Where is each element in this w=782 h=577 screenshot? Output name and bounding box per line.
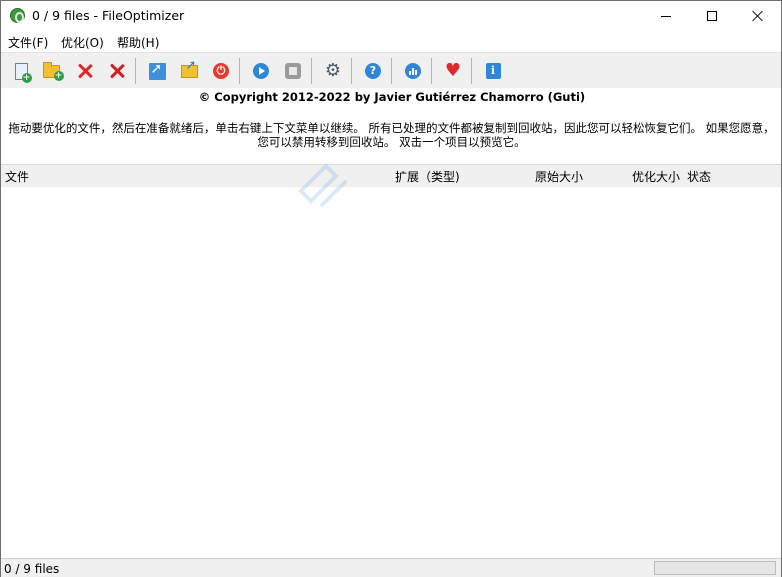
stats-icon — [405, 63, 421, 79]
minimize-button[interactable] — [643, 1, 689, 31]
fileoptimizer-icon — [10, 8, 25, 23]
maximize-button[interactable] — [689, 1, 735, 31]
add-folder-button[interactable]: + — [39, 59, 64, 83]
add-folder-icon: + — [42, 61, 64, 81]
menu-help[interactable]: 帮助(H) — [117, 34, 159, 51]
column-header-original-size[interactable]: 原始大小 — [535, 168, 583, 185]
menu-file[interactable]: 文件(F) — [8, 34, 48, 51]
copyright-text: © Copyright 2012-2022 by Javier Gutiérre… — [198, 90, 586, 104]
toolbar-separator — [431, 58, 432, 84]
heart-icon: ♥ — [444, 60, 462, 81]
toolbar-separator — [471, 58, 472, 84]
column-header-optimized-size[interactable]: 优化大小 — [632, 168, 680, 185]
gear-icon: ⚙ — [324, 60, 342, 81]
stop-button[interactable] — [281, 59, 305, 83]
help-icon: ? — [365, 63, 381, 79]
statistics-button[interactable] — [401, 59, 425, 83]
column-header-file[interactable]: 文件 — [5, 168, 29, 185]
open-icon — [148, 61, 166, 80]
status-text: 0 / 9 files — [4, 562, 60, 576]
menu-optimize[interactable]: 优化(O) — [61, 34, 104, 51]
toolbar-separator — [351, 58, 352, 84]
window-title: 0 / 9 files - FileOptimizer — [32, 8, 185, 23]
open-folder-button[interactable] — [177, 58, 201, 83]
app-window: 0 / 9 files - FileOptimizer 文件(F) 优化(O) … — [0, 0, 782, 577]
progress-bar — [654, 561, 776, 575]
column-header-extension[interactable]: 扩展（类型) — [395, 168, 460, 185]
toolbar: + + ⏻ ⚙ ? — [1, 52, 781, 88]
instructions-text: 拖动要优化的文件，然后在准备就绪后，单击右键上下文菜单以继续。 所有已处理的文件… — [8, 121, 775, 149]
add-files-button[interactable]: + — [9, 59, 33, 83]
remove-icon — [109, 63, 125, 79]
maximize-icon — [707, 11, 717, 21]
open-folder-icon — [180, 58, 198, 78]
options-button[interactable]: ⚙ — [321, 59, 345, 83]
remove-button[interactable] — [105, 59, 129, 83]
info-icon: i — [485, 63, 501, 79]
stop-icon — [285, 63, 301, 79]
about-button[interactable]: i — [481, 59, 505, 83]
toolbar-separator — [311, 58, 312, 84]
file-list[interactable]: 文件 扩展（类型) 原始大小 优化大小 状态 — [1, 164, 781, 558]
optimize-button[interactable] — [249, 59, 273, 83]
close-button[interactable] — [735, 1, 781, 31]
close-icon — [752, 10, 764, 22]
donate-button[interactable]: ♥ — [441, 59, 465, 83]
toolbar-separator — [135, 58, 136, 84]
power-icon: ⏻ — [213, 63, 229, 79]
help-button[interactable]: ? — [361, 59, 385, 83]
play-icon — [253, 63, 269, 79]
title-bar[interactable]: 0 / 9 files - FileOptimizer — [1, 1, 781, 31]
open-button[interactable] — [145, 59, 169, 83]
add-file-icon: + — [14, 62, 32, 83]
list-header: 文件 扩展（类型) 原始大小 优化大小 状态 — [1, 165, 781, 187]
clear-list-button[interactable] — [73, 59, 97, 83]
toolbar-separator — [239, 58, 240, 84]
status-bar: 0 / 9 files — [1, 558, 781, 577]
menu-bar: 文件(F) 优化(O) 帮助(H) — [1, 31, 781, 51]
exit-button[interactable]: ⏻ — [209, 59, 233, 83]
toolbar-separator — [391, 58, 392, 84]
column-header-status[interactable]: 状态 — [687, 168, 711, 185]
minimize-icon — [661, 15, 671, 17]
clear-icon — [77, 63, 93, 79]
